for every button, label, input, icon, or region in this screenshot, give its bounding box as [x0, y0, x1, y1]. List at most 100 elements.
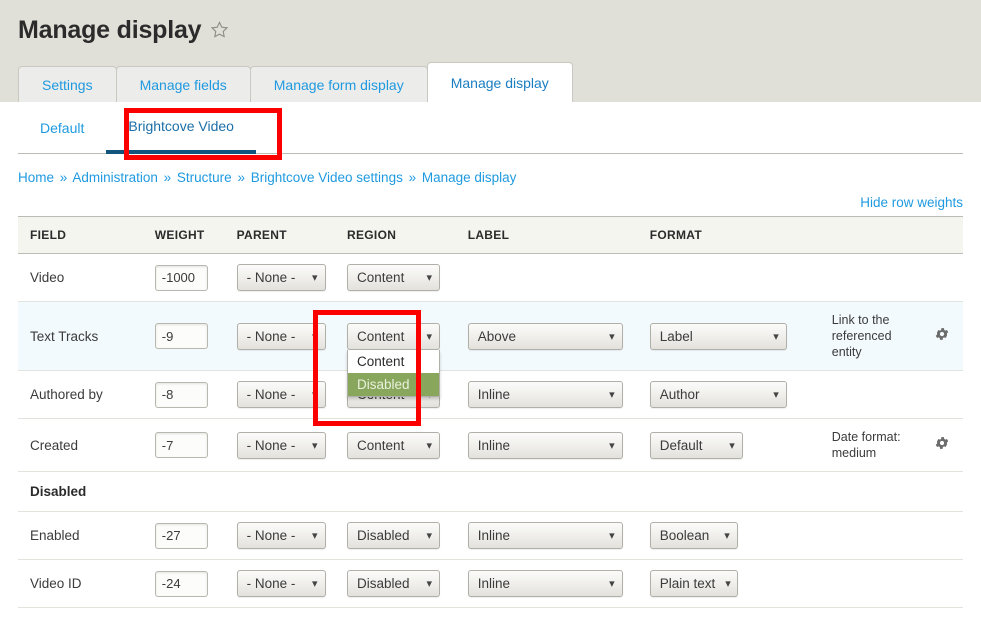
region-option-content[interactable]: Content [348, 350, 439, 373]
tab-manage-fields[interactable]: Manage fields [115, 66, 251, 102]
table-region-row: Disabled [18, 471, 963, 512]
hide-row-weights-link[interactable]: Hide row weights [860, 195, 963, 210]
table-row: Video ID - None - ▾ Disabled ▾ Inline [18, 559, 963, 608]
parent-select[interactable]: - None - ▾ [236, 322, 326, 350]
column-header-summary [819, 216, 923, 254]
format-select[interactable]: Boolean ▾ [649, 522, 738, 549]
gear-icon[interactable] [934, 435, 950, 456]
parent-select[interactable]: - None - ▾ [236, 381, 326, 408]
format-select[interactable]: Author ▾ [649, 381, 787, 408]
column-header-format: FORMAT [637, 216, 820, 254]
parent-cell: - None - ▾ [224, 418, 336, 472]
chevron-down-icon: ▾ [426, 272, 433, 284]
weight-cell [142, 559, 225, 608]
chevron-down-icon: ▾ [312, 530, 318, 542]
chevron-down-icon: ▾ [729, 439, 735, 452]
gear-icon[interactable] [934, 326, 950, 347]
fields-table-wrap: FIELD WEIGHT PARENT REGION LABEL FORMAT … [0, 216, 981, 608]
format-select-value: Default [659, 437, 703, 453]
format-select[interactable]: Default ▾ [649, 431, 743, 459]
chevron-down-icon: ▾ [724, 530, 730, 542]
chevron-down-icon: ▾ [773, 330, 779, 343]
column-header-weight: WEIGHT [142, 216, 225, 254]
parent-select-value: - None - [246, 387, 296, 402]
breadcrumb-item-home[interactable]: Home [18, 170, 54, 185]
chevron-down-icon: ▾ [725, 578, 731, 590]
region-select[interactable]: Content ▾ [347, 322, 441, 350]
format-select-value: Plain text [659, 576, 716, 591]
summary-cell: Link to the referenced entity [819, 301, 923, 371]
region-select-value: Disabled [357, 576, 410, 591]
weight-input[interactable] [154, 264, 208, 291]
chevron-down-icon: ▾ [312, 330, 318, 343]
region-cell: Content ▾ [335, 253, 456, 302]
parent-cell: - None - ▾ [224, 559, 336, 608]
subtab-brightcove-video[interactable]: Brightcove Video [106, 103, 256, 154]
region-select-value: Content [357, 270, 405, 285]
subtab-default[interactable]: Default [18, 102, 106, 153]
region-select[interactable]: Content ▾ [347, 431, 441, 459]
label-cell: Inline ▾ [455, 511, 638, 560]
label-select[interactable]: Inline ▾ [467, 431, 623, 459]
fields-table-head: FIELD WEIGHT PARENT REGION LABEL FORMAT [18, 216, 963, 254]
operations-cell [922, 418, 963, 472]
summary-cell [819, 559, 923, 608]
parent-cell: - None - ▾ [224, 301, 336, 371]
chevron-down-icon: ▾ [609, 330, 615, 343]
field-name-cell: Text Tracks [18, 301, 143, 371]
weight-input[interactable] [154, 570, 208, 597]
weight-input[interactable] [154, 522, 208, 549]
parent-select-value: - None - [246, 328, 296, 344]
tab-manage-display[interactable]: Manage display [426, 62, 573, 102]
region-select[interactable]: Disabled ▾ [347, 570, 441, 597]
star-outline-icon[interactable] [210, 20, 229, 41]
tab-settings[interactable]: Settings [18, 66, 117, 102]
region-select[interactable]: Content ▾ [347, 264, 441, 291]
summary-cell [819, 511, 923, 560]
weight-cell [142, 301, 225, 371]
weight-cell [142, 253, 225, 302]
parent-select[interactable]: - None - ▾ [236, 570, 326, 597]
region-option-disabled[interactable]: Disabled [348, 372, 440, 396]
summary-cell: Date format: medium [819, 418, 923, 472]
weight-input[interactable] [154, 381, 208, 408]
breadcrumb-item-manage-display[interactable]: Manage display [422, 170, 517, 185]
weight-input[interactable] [154, 432, 208, 458]
breadcrumb-item-administration[interactable]: Administration [72, 170, 158, 185]
chevron-down-icon: ▾ [609, 578, 615, 590]
operations-cell [922, 511, 963, 560]
breadcrumb-item-brightcove-video-settings[interactable]: Brightcove Video settings [251, 170, 403, 185]
format-select[interactable]: Label ▾ [649, 322, 787, 350]
breadcrumb-separator: » [408, 170, 417, 185]
parent-select[interactable]: - None - ▾ [236, 431, 326, 459]
region-select[interactable]: Disabled ▾ [347, 522, 441, 549]
label-select[interactable]: Above ▾ [467, 322, 623, 350]
format-summary-text: Link to the referenced entity [831, 313, 892, 359]
chevron-down-icon: ▾ [609, 530, 615, 542]
chevron-down-icon: ▾ [426, 439, 433, 452]
breadcrumb-item-structure[interactable]: Structure [177, 170, 232, 185]
label-select[interactable]: Inline ▾ [467, 570, 623, 597]
format-select[interactable]: Plain text ▾ [649, 570, 738, 597]
label-cell: Inline ▾ [455, 418, 638, 472]
column-header-label: LABEL [455, 216, 638, 254]
label-select-value: Inline [477, 437, 510, 453]
format-select-value: Label [659, 328, 693, 344]
operations-cell [922, 253, 963, 302]
column-header-region: REGION [335, 216, 456, 254]
chevron-down-icon: ▾ [426, 530, 433, 542]
weight-cell [142, 418, 225, 472]
tab-manage-form-display[interactable]: Manage form display [249, 66, 428, 102]
parent-select[interactable]: - None - ▾ [236, 264, 326, 291]
label-select[interactable]: Inline ▾ [467, 522, 623, 549]
parent-select[interactable]: - None - ▾ [236, 522, 326, 549]
region-select-value: Content [357, 437, 405, 453]
summary-cell [819, 253, 923, 302]
field-name-cell: Enabled [18, 511, 143, 560]
operations-cell [922, 301, 963, 371]
weight-input[interactable] [154, 323, 208, 349]
row-weights-toggle-wrap: Hide row weights [0, 185, 981, 216]
table-row: Enabled - None - ▾ Disabled ▾ Inline [18, 511, 963, 560]
chevron-down-icon: ▾ [426, 330, 433, 343]
label-select[interactable]: Inline ▾ [467, 381, 623, 408]
